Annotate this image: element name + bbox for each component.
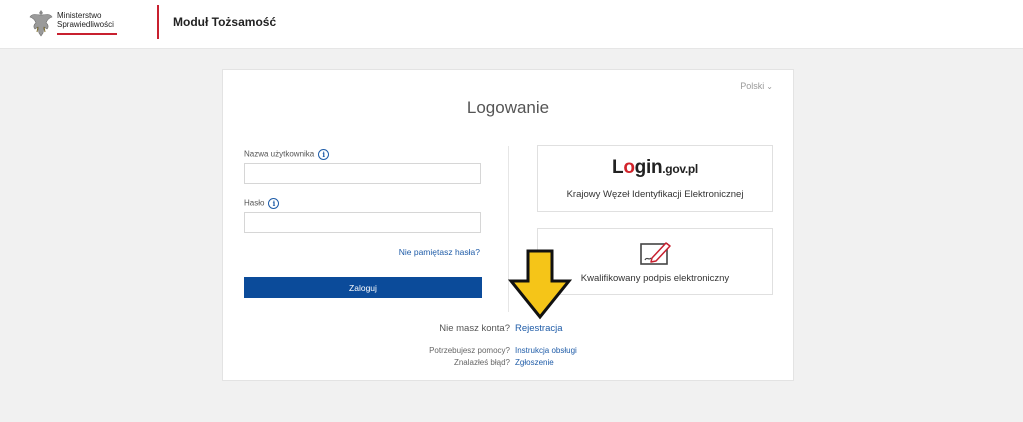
header-divider xyxy=(157,5,159,39)
ministry-name: Ministerstwo Sprawiedliwości xyxy=(57,11,114,29)
chevron-down-icon: ⌄ xyxy=(766,82,773,91)
language-selector[interactable]: Polski ⌄ xyxy=(740,81,773,91)
username-label-text: Nazwa użytkownika xyxy=(244,149,315,159)
bug-report-link[interactable]: Zgłoszenie xyxy=(515,358,554,367)
signature-icon xyxy=(640,242,671,265)
info-icon[interactable]: i xyxy=(268,198,280,209)
top-header: Ministerstwo Sprawiedliwości Moduł Tożsa… xyxy=(0,0,1023,49)
register-link[interactable]: Rejestracja xyxy=(515,323,563,334)
password-label-text: Hasło xyxy=(244,198,265,208)
info-icon[interactable]: i xyxy=(318,149,330,160)
password-label: Hasło i xyxy=(244,198,280,209)
login-gov-logo-icon: o xyxy=(623,157,635,178)
language-label: Polski xyxy=(740,81,765,91)
ministry-underline xyxy=(57,33,117,35)
help-question: Potrzebujesz pomocy? xyxy=(429,346,510,355)
qualified-signature-option[interactable]: Kwalifikowany podpis elektroniczny xyxy=(537,228,773,295)
ministry-name-line1: Ministerstwo xyxy=(57,11,102,20)
username-input[interactable] xyxy=(244,163,481,184)
eagle-emblem-icon xyxy=(29,10,53,37)
ministry-logo[interactable]: Ministerstwo Sprawiedliwości xyxy=(29,7,121,41)
login-gov-logo-text: gin xyxy=(634,157,663,178)
forgot-password-link[interactable]: Nie pamiętasz hasła? xyxy=(399,247,480,257)
login-button[interactable]: Zaloguj xyxy=(244,277,482,298)
username-label: Nazwa użytkownika i xyxy=(244,149,330,160)
login-card: Polski ⌄ Logowanie Nazwa użytkownika i Has… xyxy=(222,69,794,381)
qualified-signature-caption: Kwalifikowany podpis elektroniczny xyxy=(580,273,730,284)
module-title: Moduł Tożsamość xyxy=(173,15,277,29)
login-gov-option[interactable]: Login.gov.pl Krajowy Węzeł Identyfikacji… xyxy=(537,145,773,212)
login-gov-logo-domain: .gov.pl xyxy=(662,162,698,176)
ministry-name-line2: Sprawiedliwości xyxy=(57,20,114,29)
login-gov-logo-prefix: L xyxy=(612,157,624,178)
bug-question: Znalazłeś błąd? xyxy=(453,358,510,367)
help-manual-link[interactable]: Instrukcja obsługi xyxy=(515,346,577,355)
page-title: Logowanie xyxy=(466,98,550,117)
password-input[interactable] xyxy=(244,212,481,233)
login-gov-logo: Login.gov.pl xyxy=(538,157,772,179)
no-account-question: Nie masz konta? xyxy=(439,323,510,334)
arrow-down-icon xyxy=(508,249,572,320)
login-gov-caption: Krajowy Węzeł Identyfikacji Elektroniczn… xyxy=(566,189,744,200)
